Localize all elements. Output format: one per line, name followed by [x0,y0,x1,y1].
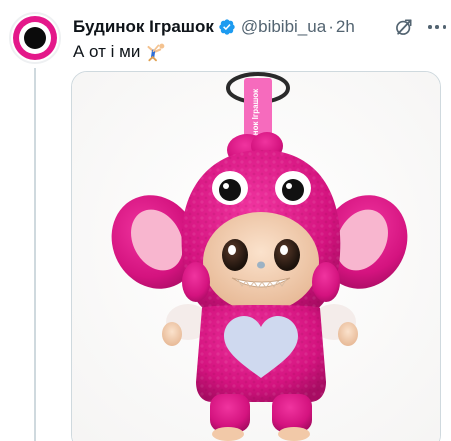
separator: · [328,17,334,36]
media-image[interactable]: Будинок Іграшок [71,71,441,441]
display-name[interactable]: Будинок Іграшок [73,17,214,37]
cartwheel-emoji-icon [147,43,165,62]
tweet-text: А от і ми [73,42,141,61]
toy-keychain-photo: Будинок Іграшок [72,72,440,441]
more-options-icon[interactable] [428,22,446,32]
tweet-text-row: А от і ми [73,42,166,62]
thread-line [34,68,36,441]
verified-badge-icon[interactable] [218,18,236,36]
avatar-logo-ring [13,16,57,60]
avatar[interactable] [9,12,61,64]
user-handle[interactable]: @bibibi_ua [241,17,326,37]
grok-icon[interactable] [394,17,414,37]
timestamp[interactable]: 2h [336,17,355,37]
tweet[interactable]: Будинок Іграшок @bibibi_ua · 2h А от і м… [0,0,451,441]
avatar-logo-dot [24,27,46,49]
